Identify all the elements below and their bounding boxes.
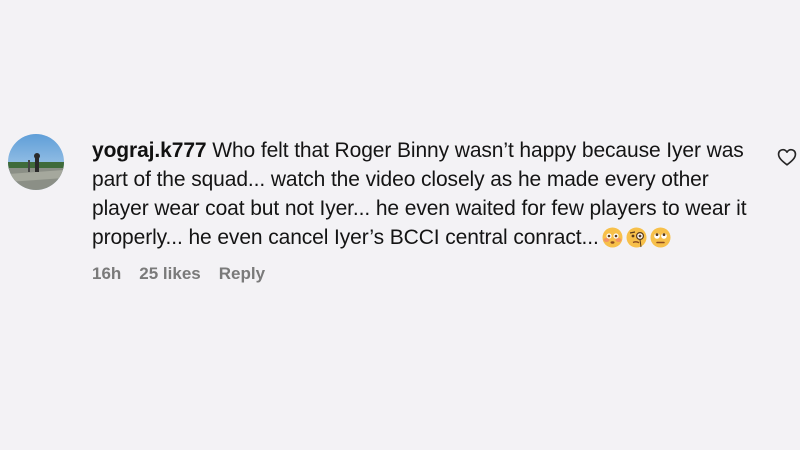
comment-time: 16h bbox=[92, 264, 122, 283]
flushed-face-emoji bbox=[602, 227, 623, 248]
avatar[interactable] bbox=[8, 134, 64, 190]
comment-page: yograj.k777 Who felt that Roger Binny wa… bbox=[0, 0, 800, 450]
avatar-image bbox=[8, 134, 64, 190]
username[interactable]: yograj.k777 bbox=[92, 139, 207, 162]
likes-count[interactable]: 25 likes bbox=[139, 264, 200, 284]
face-with-monocle-emoji bbox=[626, 227, 647, 248]
comment: yograj.k777 Who felt that Roger Binny wa… bbox=[8, 130, 797, 330]
comment-text-block: yograj.k777 Who felt that Roger Binny wa… bbox=[92, 136, 752, 252]
like-button[interactable] bbox=[776, 146, 798, 168]
comment-meta: 16h 25 likes Reply bbox=[92, 264, 752, 284]
comment-body: yograj.k777 Who felt that Roger Binny wa… bbox=[92, 136, 752, 284]
reply-button[interactable]: Reply bbox=[219, 264, 265, 284]
face-with-rolling-eyes-emoji bbox=[650, 227, 671, 248]
heart-outline-icon bbox=[777, 148, 797, 166]
